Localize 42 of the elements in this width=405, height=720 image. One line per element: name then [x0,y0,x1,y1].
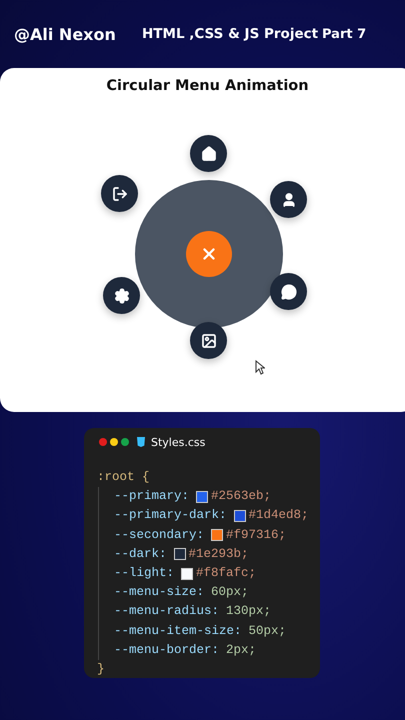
file-tab[interactable]: Styles.css [151,436,206,448]
author-handle: @Ali Nexon [14,24,117,44]
menu-item-button[interactable] [103,277,140,314]
property-value: 2px; [226,642,256,659]
property-name: --menu-item-size: [114,622,242,640]
user-icon [280,192,296,208]
property-name: --dark: [114,546,167,563]
property-name: --primary: [114,488,190,506]
video-title: HTML ,CSS & JS Project [142,26,320,42]
logout-icon [112,186,128,202]
closing-brace: } [97,661,105,678]
property-value: 50px; [248,622,286,640]
property-value: #f97316; [226,526,286,544]
maximize-dot-icon [121,438,129,446]
mouse-pointer-icon [255,360,265,375]
minimize-dot-icon [110,438,118,446]
menu-item-button[interactable] [270,181,307,218]
chat-icon [280,284,296,300]
home-icon [200,146,216,162]
demo-title: Circular Menu Animation [106,78,309,94]
menu-item-button[interactable] [101,175,138,212]
property-name: --menu-border: [114,642,220,659]
part-label: Part 7 [322,26,366,42]
property-value: #f8fafc; [196,565,256,582]
property-name: --light: [114,565,174,582]
property-name: --secondary: [114,526,204,544]
menu-item-button[interactable] [190,135,227,172]
menu-item-button[interactable] [270,273,307,310]
property-name: --primary-dark: [114,507,227,524]
code-selector: :root { [97,469,150,486]
property-value: #2563eb; [211,488,272,506]
property-name: --menu-size: [114,584,204,602]
close-dot-icon [99,438,107,446]
property-value: 130px; [226,603,272,620]
property-value: #1e293b; [188,546,249,563]
property-value: 60px; [211,584,249,602]
css-file-icon [137,437,145,447]
image-icon [200,332,216,348]
property-value: #1d4ed8; [248,507,309,524]
settings-icon [114,288,130,304]
property-name: --menu-radius: [114,603,220,620]
menu-item-button[interactable] [190,322,227,359]
